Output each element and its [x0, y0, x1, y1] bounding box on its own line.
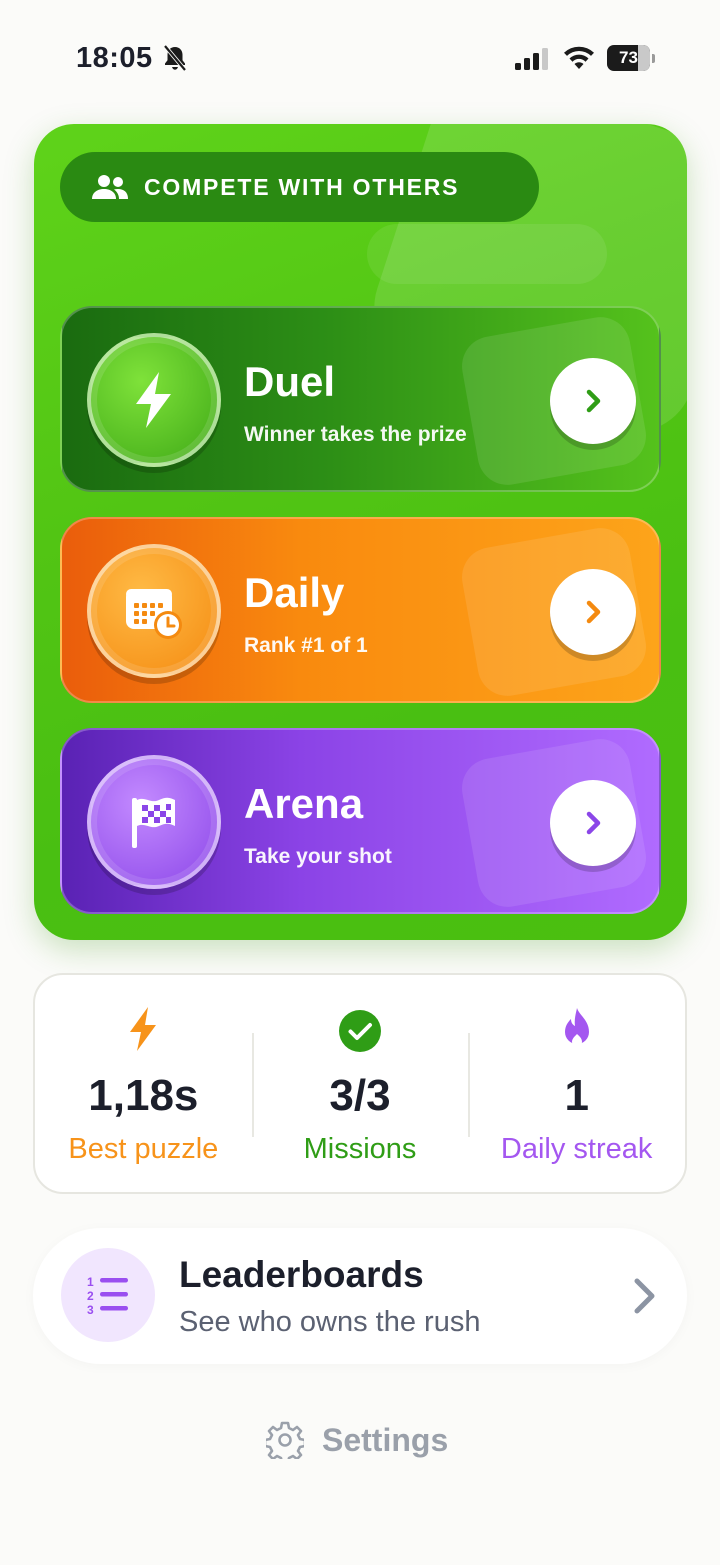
stat-daily-streak: 1 Daily streak — [468, 975, 685, 1192]
status-bar: 18:05 73 — [0, 0, 720, 110]
duel-arrow-button[interactable] — [550, 358, 636, 444]
gear-icon — [266, 1421, 304, 1459]
lightning-icon — [136, 372, 171, 428]
flame-icon — [564, 1008, 589, 1047]
stat-label: Best puzzle — [68, 1133, 219, 1165]
leaderboards-title: Leaderboards — [179, 1254, 424, 1295]
leaderboards-card[interactable]: 1 2 3 Leaderboards See who owns the rush — [33, 1228, 687, 1364]
signal-icon — [515, 48, 548, 70]
battery-level: 73 — [619, 48, 638, 67]
chevron-right-icon — [634, 1278, 655, 1314]
compete-card: COMPETE WITH OTHERS Duel Winner takes th… — [34, 124, 687, 940]
mode-icon-arena — [87, 755, 221, 889]
checkered-flag-icon — [132, 797, 175, 848]
compete-header-label: COMPETE WITH OTHERS — [144, 173, 460, 200]
daily-arrow-button[interactable] — [550, 569, 636, 655]
arena-arrow-button[interactable] — [550, 780, 636, 866]
mode-icon-duel — [87, 333, 221, 467]
mode-title-duel: Duel — [244, 358, 336, 405]
stat-missions: 3/3 Missions — [251, 975, 469, 1192]
bell-slash-icon — [163, 44, 187, 72]
leaderboards-subtitle: See who owns the rush — [179, 1306, 481, 1338]
stat-best-puzzle: 1,18s Best puzzle — [35, 975, 252, 1192]
mode-icon-daily — [87, 544, 221, 678]
mode-card-duel[interactable]: Duel Winner takes the prize — [60, 306, 661, 492]
mode-title-daily: Daily — [244, 569, 345, 616]
compete-header: COMPETE WITH OTHERS — [60, 152, 539, 222]
mode-subtitle-daily: Rank #1 of 1 — [244, 634, 368, 657]
mode-card-arena[interactable]: Arena Take your shot — [60, 728, 661, 914]
settings-button[interactable]: Settings — [266, 1418, 448, 1462]
wifi-icon — [564, 46, 594, 69]
users-icon — [92, 175, 128, 199]
calendar-clock-icon — [126, 589, 182, 639]
chevron-right-icon — [586, 811, 601, 835]
stat-value: 3/3 — [329, 1071, 391, 1120]
svg-text:1: 1 — [87, 1275, 94, 1289]
stat-label: Missions — [303, 1133, 417, 1165]
svg-text:3: 3 — [87, 1303, 94, 1317]
stats-card: 1,18s Best puzzle 3/3 Missions 1 Daily s… — [33, 973, 687, 1194]
settings-label: Settings — [322, 1421, 449, 1458]
chevron-right-icon — [586, 389, 601, 413]
lightning-icon — [130, 1007, 157, 1051]
stat-label: Daily streak — [500, 1133, 653, 1165]
stat-value: 1 — [564, 1071, 589, 1120]
stat-value: 1,18s — [88, 1071, 199, 1120]
mode-card-daily[interactable]: Daily Rank #1 of 1 — [60, 517, 661, 703]
mode-subtitle-arena: Take your shot — [244, 845, 392, 868]
check-circle-icon — [339, 1010, 381, 1052]
mode-subtitle-duel: Winner takes the prize — [244, 423, 467, 446]
numbered-list-icon: 1 2 3 — [87, 1275, 128, 1317]
status-time: 18:05 — [76, 42, 153, 74]
svg-text:2: 2 — [87, 1289, 94, 1303]
leaderboards-icon-wrap: 1 2 3 — [61, 1248, 155, 1342]
battery-icon: 73 — [607, 45, 655, 71]
chevron-right-icon — [586, 600, 601, 624]
mode-title-arena: Arena — [244, 780, 364, 827]
